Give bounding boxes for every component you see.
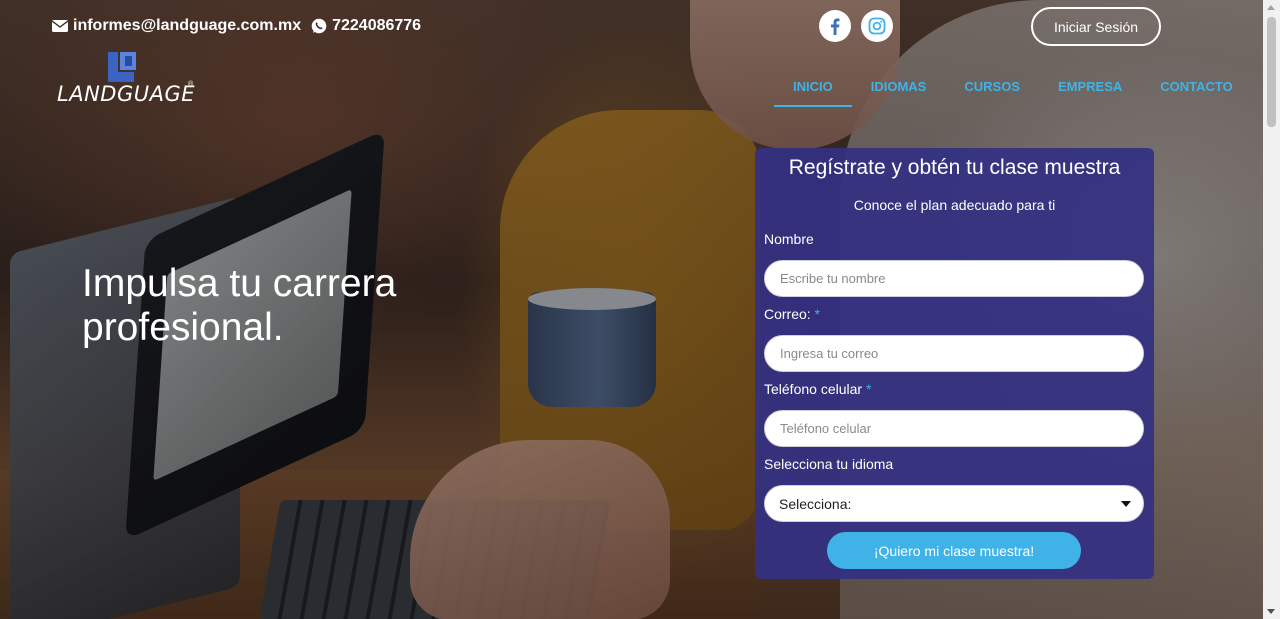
nav-item-empresa[interactable]: EMPRESA (1039, 79, 1141, 107)
social-links (819, 10, 893, 42)
logo-mark-icon (108, 52, 136, 82)
phone-required-mark: * (865, 381, 872, 397)
hero-headline: Impulsa tu carrera profesional. (82, 262, 502, 350)
page-scrollbar[interactable] (1263, 0, 1280, 619)
phone-input[interactable] (764, 410, 1144, 447)
nav-item-cursos[interactable]: CURSOS (945, 79, 1039, 107)
logo-registered: ® (188, 81, 194, 88)
contact-email-text: informes@landguage.com.mx (73, 17, 302, 34)
scroll-down-arrow-icon[interactable] (1267, 609, 1275, 614)
nav-item-contacto[interactable]: CONTACTO (1141, 79, 1251, 107)
login-button[interactable]: Iniciar Sesión (1031, 7, 1161, 46)
language-select-value: Selecciona: (779, 495, 852, 512)
hero-headline-line1: Impulsa tu carrera (82, 262, 397, 305)
language-label: Selecciona tu idioma (764, 456, 893, 472)
form-title: Regístrate y obtén tu clase muestra (788, 156, 1121, 179)
top-contact-bar: informes@landguage.com.mx 7224086776 (52, 16, 421, 36)
instagram-button[interactable] (861, 10, 893, 42)
email-input[interactable] (764, 335, 1144, 372)
hero-headline-line2: profesional. (82, 306, 284, 349)
whatsapp-icon (311, 18, 327, 34)
name-label-text: Nombre (764, 231, 814, 247)
name-input[interactable] (764, 260, 1144, 297)
nav-item-inicio[interactable]: INICIO (774, 79, 852, 107)
registration-form: Regístrate y obtén tu clase muestra Cono… (755, 148, 1154, 579)
language-label-text: Selecciona tu idioma (764, 456, 894, 472)
facebook-icon (831, 18, 840, 35)
email-label: Correo: * (764, 306, 820, 322)
email-label-text: Correo: (764, 306, 811, 322)
chevron-down-icon (1121, 500, 1131, 507)
phone-label-text: Teléfono celular (764, 381, 863, 397)
brand-logo[interactable]: LANDGUAGE ® (57, 50, 197, 106)
contact-email[interactable]: informes@landguage.com.mx (52, 17, 301, 35)
contact-phone-text: 7224086776 (332, 17, 422, 34)
scroll-thumb[interactable] (1267, 17, 1276, 127)
name-label: Nombre (764, 231, 814, 247)
logo-text: LANDGUAGE (57, 82, 195, 106)
form-subtitle: Conoce el plan adecuado para ti (853, 197, 1056, 213)
submit-button[interactable]: ¡Quiero mi clase muestra! (827, 532, 1081, 569)
facebook-button[interactable] (819, 10, 851, 42)
phone-label: Teléfono celular * (764, 381, 871, 397)
nav-item-idiomas[interactable]: IDIOMAS (852, 79, 946, 107)
instagram-icon (868, 17, 886, 35)
envelope-icon (52, 20, 68, 32)
contact-phone[interactable]: 7224086776 (311, 17, 421, 35)
language-select[interactable]: Selecciona: (764, 485, 1144, 522)
scroll-up-arrow-icon[interactable] (1267, 5, 1275, 10)
main-nav: INICIO IDIOMAS CURSOS EMPRESA CONTACTO (774, 79, 1252, 107)
email-required-mark: * (814, 306, 821, 322)
